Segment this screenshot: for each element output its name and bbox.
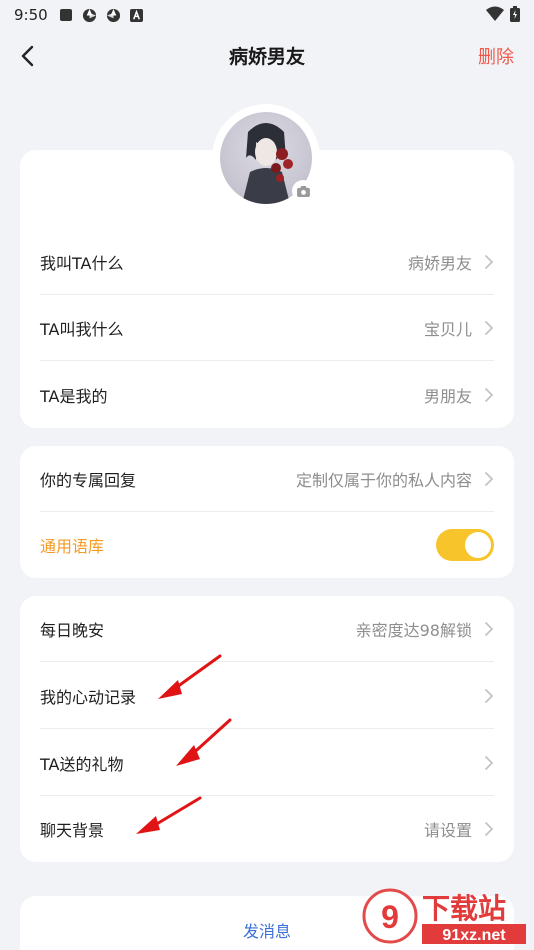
watermark-text-big: 下载站 xyxy=(422,892,506,925)
header: 病娇男友 删除 xyxy=(0,30,534,82)
row-value: 亲密度达98解锁 xyxy=(355,620,472,640)
aperture-icon xyxy=(82,8,96,23)
chevron-right-icon xyxy=(485,254,494,269)
toggle-knob xyxy=(465,532,491,558)
a-badge-icon xyxy=(129,8,144,22)
chevron-right-icon xyxy=(485,471,494,486)
battery-icon xyxy=(510,6,520,22)
annotation-arrow-icon xyxy=(136,796,202,834)
chevron-right-icon xyxy=(485,755,494,770)
page-title: 病娇男友 xyxy=(228,46,305,68)
row-ta-is-my[interactable]: TA是我的 男朋友 xyxy=(40,362,494,428)
row-ta-calls-me[interactable]: TA叫我什么 宝贝儿 xyxy=(40,295,494,361)
feature-card: 每日晚安 亲密度达98解锁 我的心动记录 TA送的礼物 聊天背景 请设置 xyxy=(20,596,514,862)
row-daily-goodnight[interactable]: 每日晚安 亲密度达98解锁 xyxy=(40,596,494,662)
row-chat-background[interactable]: 聊天背景 请设置 xyxy=(40,796,494,862)
chevron-right-icon xyxy=(485,688,494,703)
row-label: 每日晚安 xyxy=(40,620,105,640)
status-time: 9:50 xyxy=(14,6,48,24)
row-label: 我的心动记录 xyxy=(40,687,137,707)
row-exclusive-reply[interactable]: 你的专属回复 定制仅属于你的私人内容 xyxy=(40,446,494,512)
common-library-label: 通用语库 xyxy=(40,537,105,556)
row-label: TA叫我什么 xyxy=(40,319,124,339)
chevron-right-icon xyxy=(485,621,494,636)
row-value: 病娇男友 xyxy=(407,253,472,273)
row-value: 定制仅属于你的私人内容 xyxy=(295,470,472,490)
row-label: TA是我的 xyxy=(40,387,108,406)
watermark-text-small: 91xz.net xyxy=(442,927,506,944)
avatar-wrapper[interactable] xyxy=(212,104,320,212)
row-gifts[interactable]: TA送的礼物 xyxy=(40,730,494,796)
status-right xyxy=(486,6,520,22)
site-watermark: 9 下载站 91xz.net xyxy=(358,886,530,948)
wifi-icon xyxy=(486,6,504,21)
annotation-arrow-icon xyxy=(176,718,232,766)
notification-icon xyxy=(59,9,72,21)
row-value: 宝贝儿 xyxy=(423,319,472,339)
watermark-logo: 9 下载站 91xz.net xyxy=(362,888,526,944)
chevron-right-icon xyxy=(485,388,494,402)
row-label: TA送的礼物 xyxy=(40,754,124,774)
chevron-right-icon xyxy=(485,320,494,335)
reply-card: 你的专属回复 定制仅属于你的私人内容 通用语库 xyxy=(20,446,514,578)
row-value: 男朋友 xyxy=(423,387,472,406)
delete-button[interactable]: 删除 xyxy=(478,43,514,69)
row-value: 请设置 xyxy=(423,821,472,840)
status-bar: 9:50 xyxy=(0,0,534,30)
row-call-ta[interactable]: 我叫TA什么 病娇男友 xyxy=(40,229,494,295)
chevron-right-icon xyxy=(485,822,494,836)
row-common-library: 通用语库 xyxy=(40,512,494,578)
svg-text:9: 9 xyxy=(381,899,399,935)
row-heart-records[interactable]: 我的心动记录 xyxy=(40,663,494,729)
row-label: 聊天背景 xyxy=(40,821,105,840)
aperture-icon-2 xyxy=(106,8,120,23)
common-library-toggle[interactable] xyxy=(436,529,494,561)
annotation-arrow-icon xyxy=(158,654,222,699)
row-label: 你的专属回复 xyxy=(40,470,137,490)
camera-icon[interactable] xyxy=(292,180,314,202)
row-label: 我叫TA什么 xyxy=(40,253,124,273)
